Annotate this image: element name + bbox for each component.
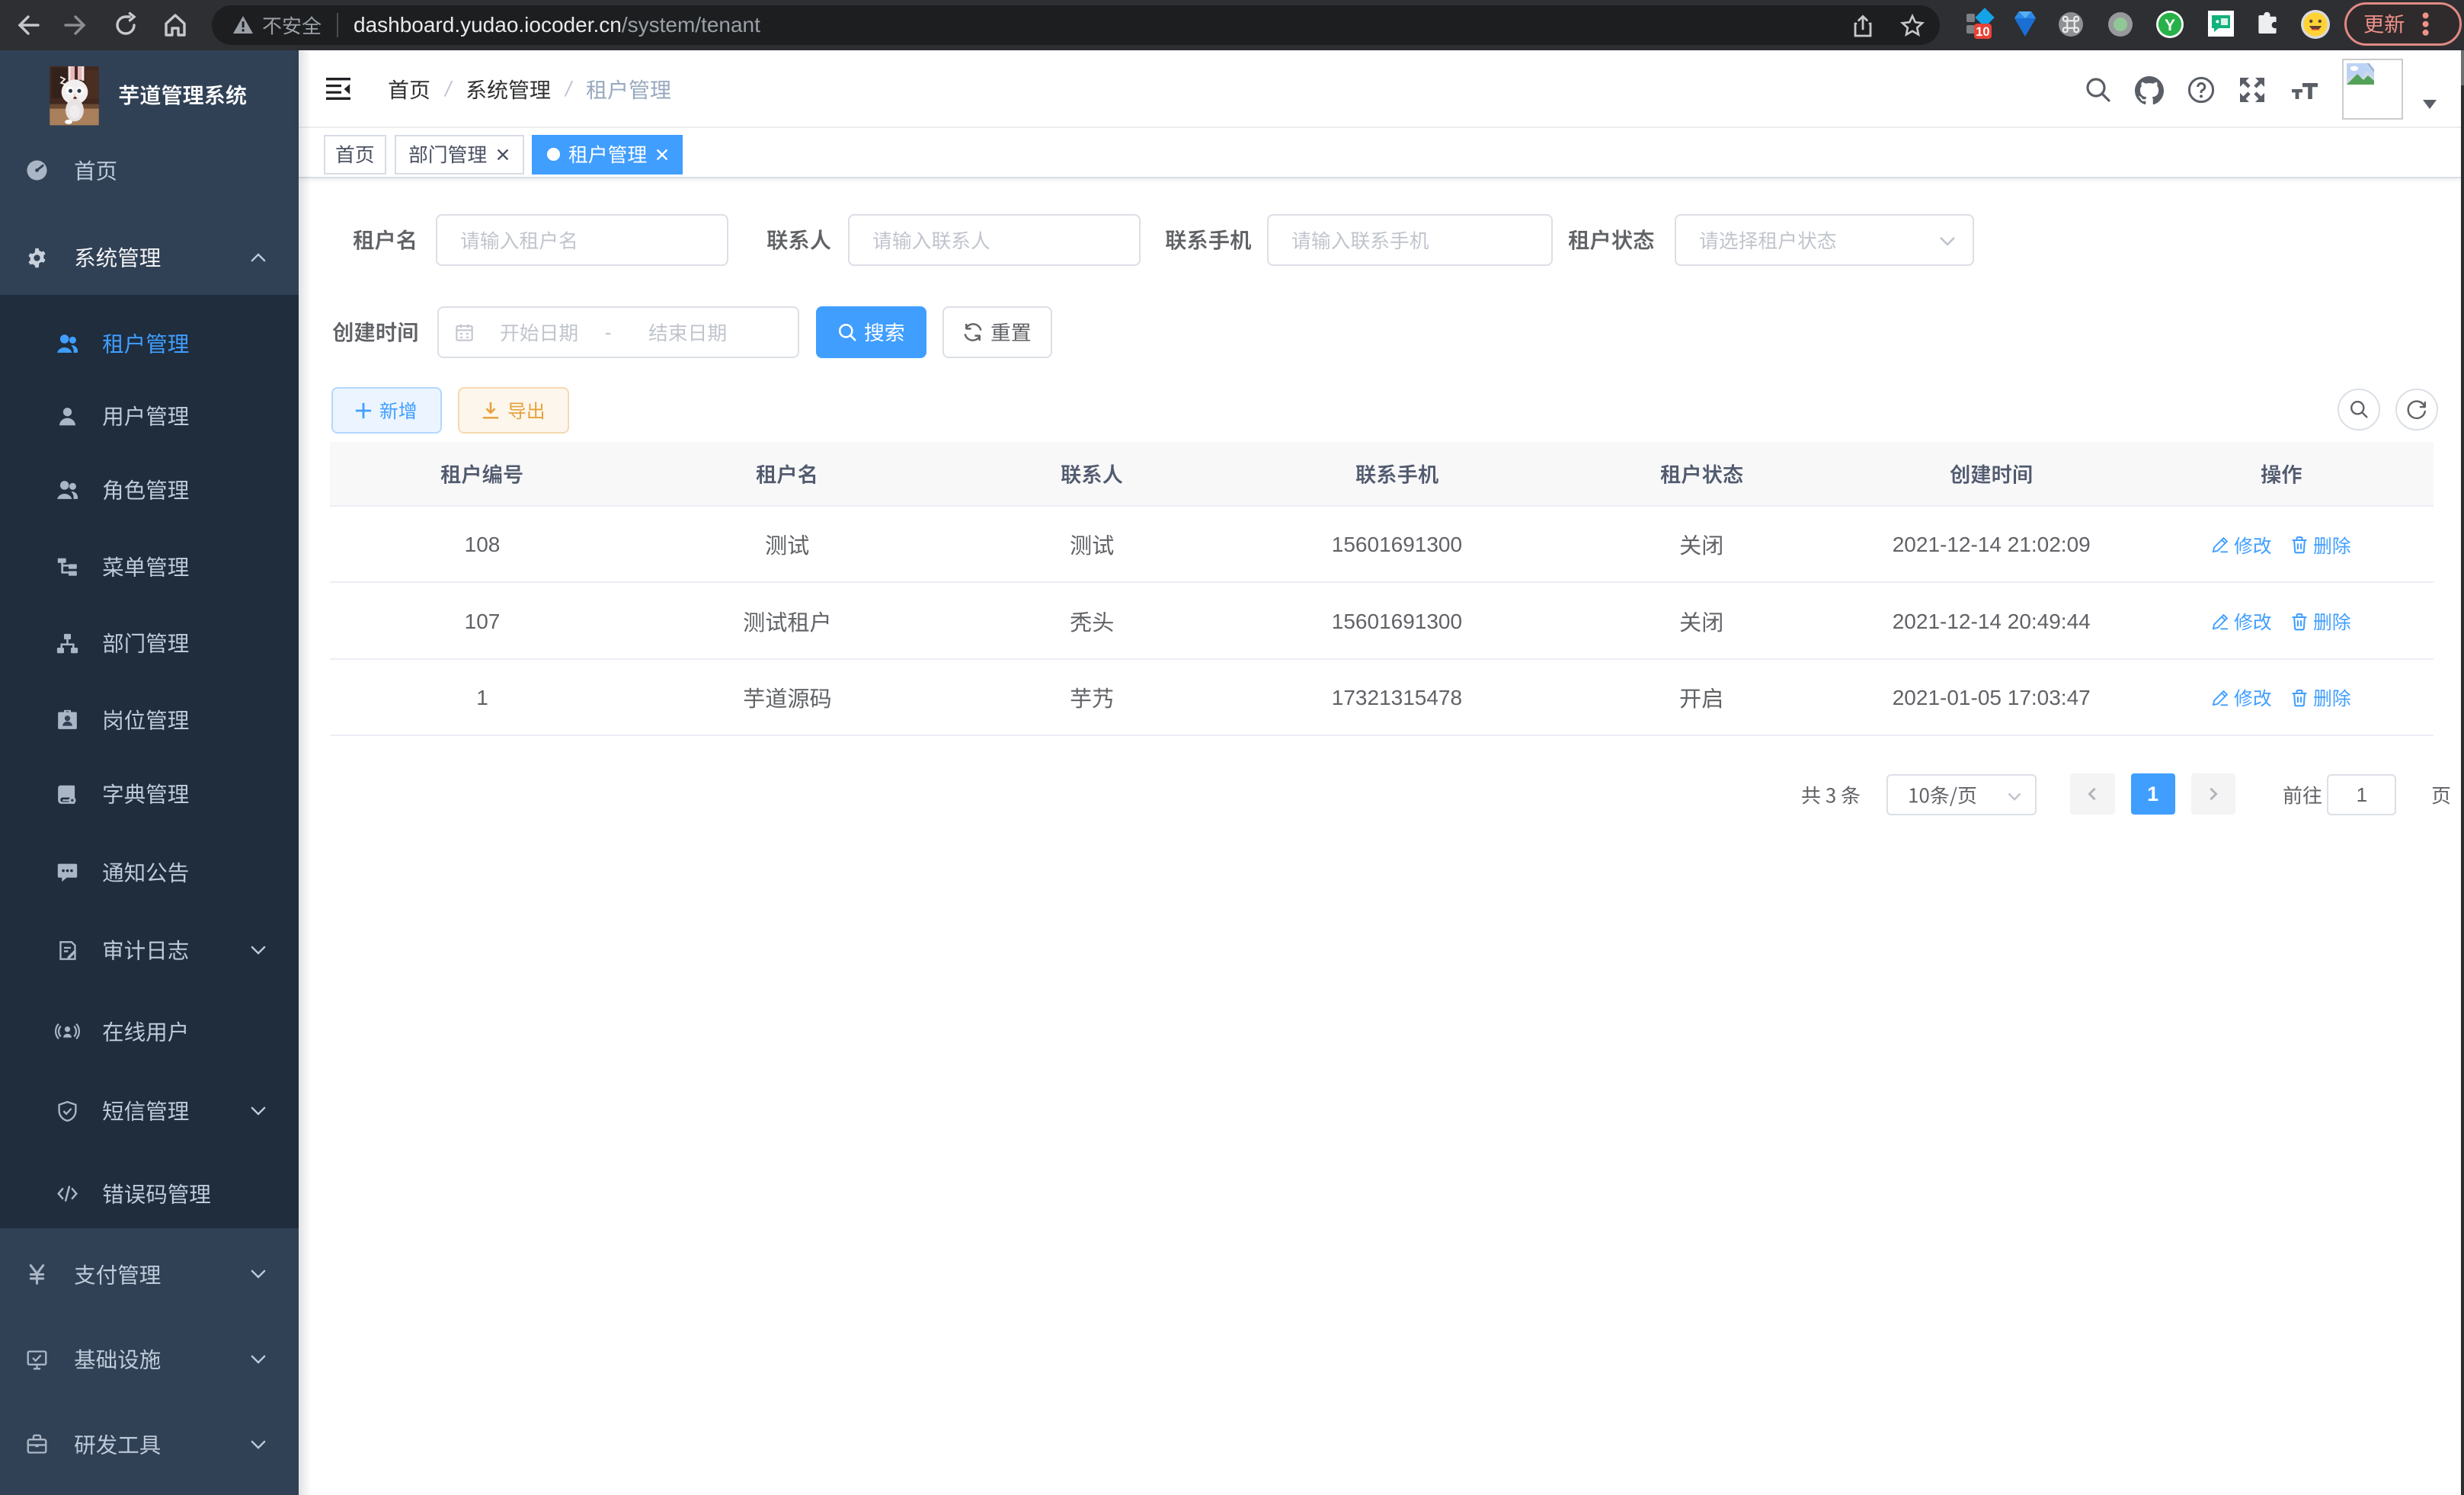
svg-text:Y: Y: [2165, 17, 2175, 34]
svg-text:10: 10: [1976, 25, 1989, 39]
